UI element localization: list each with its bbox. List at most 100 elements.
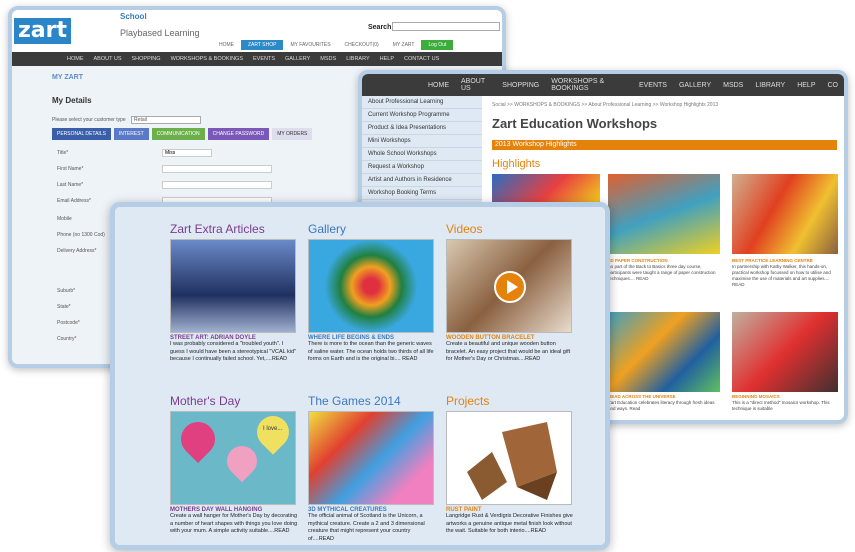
field-label: Suburb* — [57, 288, 76, 294]
nav-shopping[interactable]: SHOPPING — [127, 56, 166, 62]
workshop-photo[interactable] — [608, 174, 720, 254]
workshop-desc: Zart Education celebrates literacy throu… — [608, 400, 715, 411]
field-label: State* — [57, 304, 71, 310]
nav-help[interactable]: HELP — [375, 56, 399, 62]
nav-workshops[interactable]: WORKSHOPS & BOOKINGS — [545, 78, 633, 92]
nav-workshops[interactable]: WORKSHOPS & BOOKINGS — [166, 56, 248, 62]
school-label: School — [120, 12, 147, 21]
workshop-caption: READ ACROSS THE UNIVERSE Zart Education … — [608, 394, 718, 412]
search-label: Search — [368, 24, 392, 31]
nav-gallery[interactable]: GALLERY — [280, 56, 315, 62]
video-thumbnail[interactable] — [446, 239, 572, 333]
article-card: The Games 2014 3D MYTHICAL CREATURES The… — [308, 393, 436, 543]
search-input[interactable] — [392, 22, 500, 31]
breadcrumb[interactable]: Social >> WORKSHOPS & BOOKINGS >> About … — [492, 102, 718, 108]
sidebar-item[interactable]: Artist and Authors in Residence — [362, 174, 482, 187]
play-icon[interactable] — [494, 271, 526, 303]
workshop-desc: This is a "direct method" mosaics worksh… — [732, 400, 830, 411]
customer-type-select[interactable]: Retail — [131, 116, 202, 124]
sidebar-item[interactable]: Product & Idea Presentations — [362, 122, 482, 135]
card-desc: Create a beautiful and unique wooden but… — [446, 341, 571, 362]
sidebar-item[interactable]: Whole School Workshops — [362, 148, 482, 161]
tab-my-orders[interactable]: MY ORDERS — [272, 128, 313, 140]
nav-contact[interactable]: CO — [822, 82, 845, 89]
workshop-desc: As part of the Back to Basics three day … — [608, 264, 716, 281]
sidebar-item[interactable]: Request a Workshop — [362, 161, 482, 174]
article-card: Zart Extra Articles STREET ART: ADRIAN D… — [170, 221, 298, 364]
field-label: Email Address* — [57, 198, 91, 204]
article-card: Videos WOODEN BUTTON BRACELET Create a b… — [446, 221, 574, 364]
card-title[interactable]: Videos — [446, 221, 574, 237]
sidebar-item[interactable]: Current Workshop Programme — [362, 109, 482, 122]
workshop-caption: 3D PAPER CONSTRUCTION As part of the Bac… — [608, 258, 718, 282]
card-desc: Langridge Rust & Verdigris Decorative Fi… — [446, 513, 573, 534]
mothers-day-photo[interactable]: I love... — [170, 409, 296, 505]
zart-logo[interactable]: zart — [14, 18, 72, 44]
tab-change-password[interactable]: CHANGE PASSWORD — [207, 128, 270, 140]
title-select[interactable]: Miss — [162, 149, 212, 157]
last-name-field[interactable] — [162, 181, 272, 189]
card-title[interactable]: Zart Extra Articles — [170, 221, 298, 237]
topnav-checkout[interactable]: CHECKOUT(0) — [338, 40, 386, 50]
topnav-favourites[interactable]: MY FAVOURITES — [283, 40, 337, 50]
gallery-photo[interactable] — [308, 239, 434, 333]
nav-events[interactable]: EVENTS — [248, 56, 280, 62]
customer-type-row: Please select your customer type Retail — [52, 116, 202, 124]
section-title: My Details — [52, 96, 92, 105]
nav-help[interactable]: HELP — [791, 82, 821, 89]
tab-interest[interactable]: INTEREST — [113, 128, 149, 140]
nav-shopping[interactable]: SHOPPING — [496, 82, 545, 89]
highlights-heading: Highlights — [492, 158, 541, 170]
nav-msds[interactable]: MSDS — [315, 56, 341, 62]
card-desc: The official animal of Scotland is the U… — [308, 513, 425, 542]
workshop-desc: In partnership with Kathy Walker, this h… — [732, 264, 831, 287]
card-title[interactable]: Mother's Day — [170, 393, 298, 409]
workshop-photo[interactable] — [732, 174, 838, 254]
topnav-home[interactable]: HOME — [212, 40, 241, 50]
projects-photo[interactable] — [446, 411, 572, 505]
sidebar-item[interactable]: Workshop Booking Terms — [362, 187, 482, 200]
nav-about[interactable]: ABOUT US — [455, 78, 496, 92]
sidebar-item[interactable]: Mini Workshops — [362, 135, 482, 148]
card-desc: I was probably considered a "troubled yo… — [170, 341, 296, 362]
tab-communication[interactable]: COMMUNICATION — [151, 128, 205, 140]
logout-button[interactable]: Log Out — [421, 40, 454, 50]
street-art-photo[interactable] — [170, 239, 296, 333]
topnav-my-zart[interactable]: MY ZART — [386, 40, 422, 50]
card-desc: There is more to the ocean than the gene… — [308, 341, 434, 362]
topnav-zart-shop[interactable]: ZART SHOP — [241, 40, 284, 50]
nav-about[interactable]: ABOUT US — [89, 56, 127, 62]
card-title[interactable]: The Games 2014 — [308, 393, 436, 409]
heart-text: I love... — [263, 426, 283, 432]
field-label: First Name* — [57, 166, 84, 172]
field-label: Phone (no 1300 Cod) — [57, 232, 105, 238]
articles-grid: Zart Extra Articles STREET ART: ADRIAN D… — [115, 207, 605, 545]
rust-sculpture-icon — [467, 422, 557, 500]
nav-gallery[interactable]: GALLERY — [673, 82, 717, 89]
field-label: Postcode* — [57, 320, 80, 326]
nav-events[interactable]: EVENTS — [633, 82, 673, 89]
workshop-photo[interactable] — [608, 312, 720, 392]
nav-library[interactable]: LIBRARY — [749, 82, 791, 89]
page-title: Zart Education Workshops — [492, 116, 658, 131]
sidebar-item[interactable]: About Professional Learning — [362, 96, 482, 109]
nav-msds[interactable]: MSDS — [717, 82, 749, 89]
nav-contact[interactable]: CONTACT US — [399, 56, 444, 62]
first-name-field[interactable] — [162, 165, 272, 173]
games-photo[interactable] — [308, 411, 434, 505]
header: zart School Playbased Learning Search HO… — [12, 10, 502, 52]
field-label: Delivery Address* — [57, 248, 97, 254]
article-card: Gallery WHERE LIFE BEGINS & ENDS There i… — [308, 221, 436, 364]
nav-home[interactable]: HOME — [422, 82, 455, 89]
nav-home[interactable]: HOME — [62, 56, 89, 62]
card-title[interactable]: Gallery — [308, 221, 436, 237]
field-label: Country* — [57, 336, 77, 342]
workshop-photo[interactable] — [732, 312, 838, 392]
workshop-caption: BEGINNING MOSAICS This is a "direct meth… — [732, 394, 838, 412]
account-tabs: PERSONAL DETAILS INTEREST COMMUNICATION … — [52, 128, 313, 140]
field-label: Title* — [57, 150, 69, 156]
nav-library[interactable]: LIBRARY — [341, 56, 374, 62]
field-label: Last Name* — [57, 182, 84, 188]
card-title[interactable]: Projects — [446, 393, 574, 409]
tab-personal-details[interactable]: PERSONAL DETAILS — [52, 128, 111, 140]
